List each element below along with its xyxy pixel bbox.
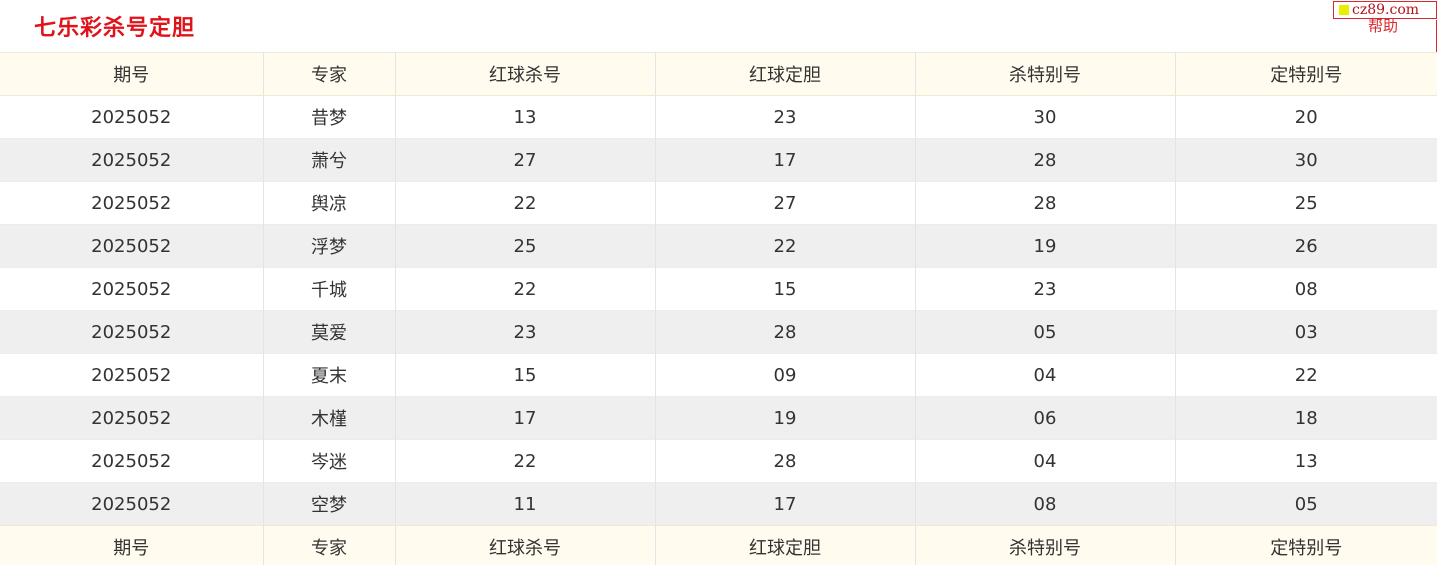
cell-expert: 空梦 (263, 482, 396, 526)
table-footer-row: 期号 专家 红球杀号 红球定胆 杀特别号 定特别号 (0, 525, 1437, 565)
cell-special-pick: 22 (1175, 353, 1437, 397)
cell-special-pick: 05 (1175, 482, 1437, 526)
cell-expert: 岑迷 (263, 439, 396, 483)
table-row: 2025052 昔梦 13 23 30 20 (0, 95, 1437, 139)
cell-special-kill: 19 (915, 224, 1176, 268)
cell-special-kill: 04 (915, 353, 1176, 397)
cell-expert: 舆凉 (263, 181, 396, 225)
footer-expert: 专家 (263, 525, 396, 565)
footer-red-pick: 红球定胆 (655, 525, 916, 565)
cell-red-pick: 15 (655, 267, 916, 311)
cell-red-pick: 27 (655, 181, 916, 225)
cell-red-kill: 22 (395, 267, 656, 311)
cell-red-kill: 27 (395, 138, 656, 182)
cell-special-kill: 06 (915, 396, 1176, 440)
cell-expert: 浮梦 (263, 224, 396, 268)
cell-red-pick: 28 (655, 310, 916, 354)
table-row: 2025052 浮梦 25 22 19 26 (0, 224, 1437, 268)
cell-issue: 2025052 (0, 95, 264, 139)
cell-expert: 昔梦 (263, 95, 396, 139)
header-red-kill: 红球杀号 (395, 52, 656, 96)
cell-special-pick: 08 (1175, 267, 1437, 311)
cell-special-pick: 25 (1175, 181, 1437, 225)
table-row: 2025052 木槿 17 19 06 18 (0, 396, 1437, 440)
cell-red-pick: 09 (655, 353, 916, 397)
table-row: 2025052 萧兮 27 17 28 30 (0, 138, 1437, 182)
cell-red-kill: 15 (395, 353, 656, 397)
cell-red-pick: 17 (655, 482, 916, 526)
cell-issue: 2025052 (0, 439, 264, 483)
cell-red-kill: 22 (395, 439, 656, 483)
cell-red-kill: 17 (395, 396, 656, 440)
table-header-row: 期号 专家 红球杀号 红球定胆 杀特别号 定特别号 (0, 52, 1437, 96)
page: 七乐彩杀号定胆 cz89.com 帮助 期号 专家 红球杀号 红球定胆 杀特别号… (0, 0, 1437, 565)
table-row: 2025052 夏末 15 09 04 22 (0, 353, 1437, 397)
cell-special-pick: 03 (1175, 310, 1437, 354)
cell-special-pick: 20 (1175, 95, 1437, 139)
cell-red-kill: 22 (395, 181, 656, 225)
cell-issue: 2025052 (0, 310, 264, 354)
cell-red-pick: 19 (655, 396, 916, 440)
cell-expert: 木槿 (263, 396, 396, 440)
page-title: 七乐彩杀号定胆 (34, 16, 196, 41)
cell-issue: 2025052 (0, 224, 264, 268)
prediction-table: 期号 专家 红球杀号 红球定胆 杀特别号 定特别号 2025052 昔梦 13 … (0, 52, 1437, 565)
cell-special-pick: 13 (1175, 439, 1437, 483)
cell-red-kill: 13 (395, 95, 656, 139)
cell-special-pick: 26 (1175, 224, 1437, 268)
cell-special-pick: 30 (1175, 138, 1437, 182)
cell-issue: 2025052 (0, 482, 264, 526)
table-row: 2025052 莫爱 23 28 05 03 (0, 310, 1437, 354)
cell-special-pick: 18 (1175, 396, 1437, 440)
cell-expert: 莫爱 (263, 310, 396, 354)
cell-issue: 2025052 (0, 181, 264, 225)
cell-special-kill: 08 (915, 482, 1176, 526)
cell-special-kill: 28 (915, 181, 1176, 225)
cell-red-pick: 22 (655, 224, 916, 268)
cell-issue: 2025052 (0, 267, 264, 311)
header-red-pick: 红球定胆 (655, 52, 916, 96)
cell-special-kill: 28 (915, 138, 1176, 182)
cell-issue: 2025052 (0, 396, 264, 440)
cell-special-kill: 04 (915, 439, 1176, 483)
cell-expert: 夏末 (263, 353, 396, 397)
cell-special-kill: 23 (915, 267, 1176, 311)
cell-special-kill: 05 (915, 310, 1176, 354)
cell-red-pick: 17 (655, 138, 916, 182)
site-badge-text: cz89.com (1352, 2, 1420, 18)
header-special-kill: 杀特别号 (915, 52, 1176, 96)
table-row: 2025052 岑迷 22 28 04 13 (0, 439, 1437, 483)
cell-expert: 萧兮 (263, 138, 396, 182)
cell-red-pick: 23 (655, 95, 916, 139)
cell-red-kill: 23 (395, 310, 656, 354)
header-special-pick: 定特别号 (1175, 52, 1437, 96)
table-row: 2025052 空梦 11 17 08 05 (0, 482, 1437, 526)
help-link[interactable]: 帮助 (1368, 17, 1398, 35)
footer-red-kill: 红球杀号 (395, 525, 656, 565)
badge-square-icon (1339, 5, 1349, 15)
footer-special-pick: 定特别号 (1175, 525, 1437, 565)
cell-issue: 2025052 (0, 353, 264, 397)
cell-red-pick: 28 (655, 439, 916, 483)
header-expert: 专家 (263, 52, 396, 96)
cell-special-kill: 30 (915, 95, 1176, 139)
header-issue: 期号 (0, 52, 264, 96)
table-row: 2025052 千城 22 15 23 08 (0, 267, 1437, 311)
cell-expert: 千城 (263, 267, 396, 311)
cell-issue: 2025052 (0, 138, 264, 182)
footer-issue: 期号 (0, 525, 264, 565)
cell-red-kill: 25 (395, 224, 656, 268)
table-row: 2025052 舆凉 22 27 28 25 (0, 181, 1437, 225)
footer-special-kill: 杀特别号 (915, 525, 1176, 565)
cell-red-kill: 11 (395, 482, 656, 526)
